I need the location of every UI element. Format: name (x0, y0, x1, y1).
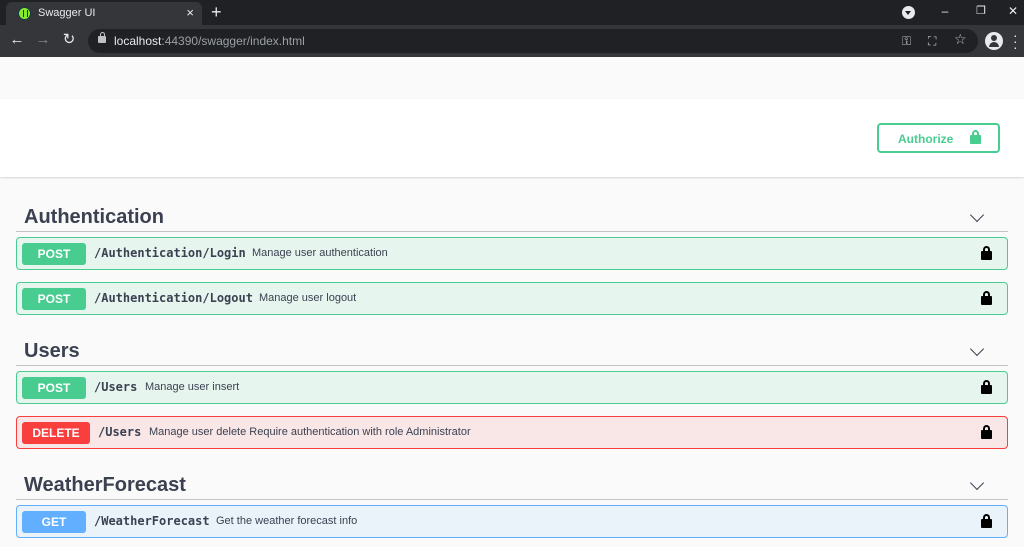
close-window-button[interactable]: ✕ (1003, 2, 1023, 20)
operation-get-weatherforecast[interactable]: GET /WeatherForecast Get the weather for… (16, 505, 1008, 538)
unlock-icon (970, 130, 981, 144)
operation-summary: Manage user authentication (252, 247, 388, 259)
url-text[interactable]: localhost:44390/swagger/index.html (114, 34, 305, 48)
chevron-down-icon[interactable] (969, 207, 985, 223)
method-badge: GET (22, 511, 86, 533)
swagger-page: Authorize Authentication POST /Authentic… (0, 57, 1024, 547)
lock-icon[interactable] (981, 425, 992, 439)
tag-title: Authentication (24, 206, 164, 228)
operation-summary: Manage user logout (259, 292, 357, 304)
tag-title: WeatherForecast (24, 474, 186, 496)
operation-path: /Authentication/Login (94, 246, 246, 260)
operation-summary: Manage user delete Require authenticatio… (149, 426, 471, 438)
profile-icon[interactable] (985, 32, 1003, 50)
reload-icon[interactable]: ↻ (60, 31, 78, 49)
operation-post-authentication-logout[interactable]: POST /Authentication/Logout Manage user … (16, 282, 1008, 315)
new-tab-button[interactable]: + (211, 1, 222, 23)
method-badge: POST (22, 377, 86, 399)
minimize-button[interactable]: – (935, 2, 955, 20)
lock-icon[interactable] (98, 32, 106, 43)
translate-icon[interactable]: ⛶ (928, 33, 936, 49)
operation-path: /Users (98, 425, 142, 439)
forward-arrow-icon[interactable]: → (34, 31, 52, 49)
key-icon[interactable]: ⚿ (902, 33, 911, 49)
lock-icon[interactable] (981, 380, 992, 394)
tab-title: Swagger UI (38, 7, 96, 19)
operation-path: /Authentication/Logout (94, 291, 253, 305)
tag-users[interactable]: Users (16, 332, 1008, 366)
address-bar[interactable]: localhost:44390/swagger/index.html ⚿ ⛶ ☆ (88, 29, 978, 53)
authorize-label: Authorize (898, 132, 954, 146)
lock-icon[interactable] (981, 291, 992, 305)
tab-close-icon[interactable]: × (186, 5, 194, 21)
chevron-down-icon[interactable] (969, 475, 985, 491)
swagger-favicon-icon (18, 7, 31, 20)
operation-path: /Users (94, 380, 138, 394)
lock-icon[interactable] (981, 514, 992, 528)
authorize-button[interactable]: Authorize (877, 123, 1000, 153)
operation-post-users[interactable]: POST /Users Manage user insert (16, 371, 1008, 404)
chevron-down-icon[interactable] (969, 341, 985, 357)
method-badge: DELETE (22, 422, 90, 444)
operation-post-authentication-login[interactable]: POST /Authentication/Login Manage user a… (16, 237, 1008, 270)
browser-tab-bar: Swagger UI × + – ❐ ✕ (0, 0, 1024, 25)
browser-tab[interactable]: Swagger UI × (6, 2, 202, 25)
tag-title: Users (24, 340, 80, 362)
tag-weatherforecast[interactable]: WeatherForecast (16, 466, 1008, 500)
operation-path: /WeatherForecast (94, 514, 210, 528)
info-section (0, 57, 1024, 99)
operation-delete-users[interactable]: DELETE /Users Manage user delete Require… (16, 416, 1008, 449)
tag-authentication[interactable]: Authentication (16, 198, 1008, 232)
tab-search-icon[interactable] (902, 6, 915, 19)
operation-summary: Get the weather forecast info (216, 515, 358, 527)
operation-summary: Manage user insert (145, 381, 240, 393)
method-badge: POST (22, 243, 86, 265)
star-icon[interactable]: ☆ (954, 31, 967, 47)
lock-icon[interactable] (981, 246, 992, 260)
scheme-container: Authorize (0, 99, 1024, 177)
menu-icon[interactable]: · · · (1013, 28, 1018, 54)
back-arrow-icon[interactable]: ← (8, 31, 26, 49)
method-badge: POST (22, 288, 86, 310)
browser-toolbar: ← → ↻ localhost:44390/swagger/index.html… (0, 25, 1024, 57)
maximize-button[interactable]: ❐ (971, 2, 991, 20)
